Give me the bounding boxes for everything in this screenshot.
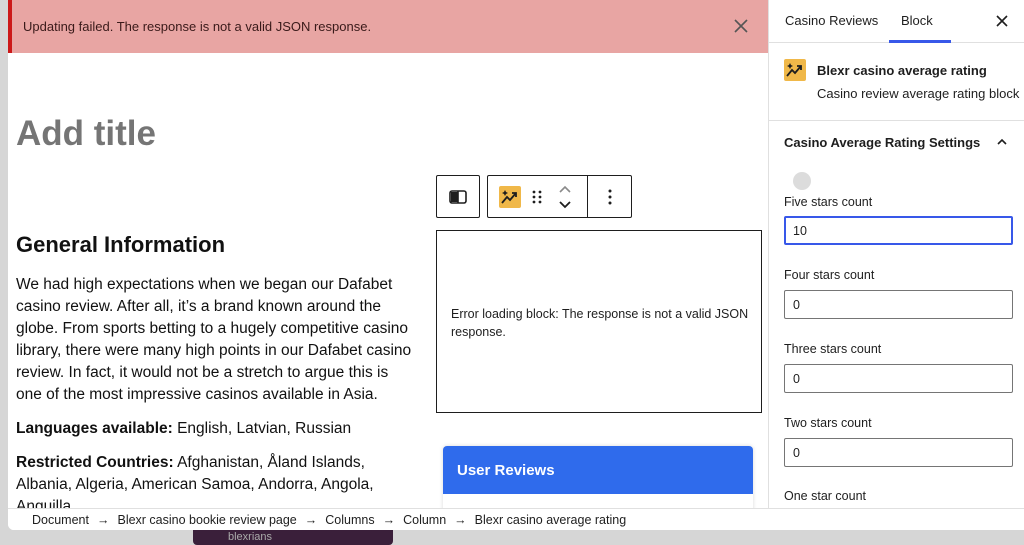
panel-title: Casino Average Rating Settings (784, 135, 981, 150)
background-app-strip (193, 530, 393, 545)
drag-handle-icon[interactable] (532, 190, 542, 204)
more-options-icon[interactable] (608, 189, 612, 205)
user-reviews-card[interactable]: User Reviews (443, 446, 753, 508)
four-stars-input[interactable] (784, 290, 1013, 319)
breadcrumb-item-review-page[interactable]: Blexr casino bookie review page (117, 513, 296, 527)
background-app-text: blexrians (228, 531, 273, 543)
intro-paragraph[interactable]: We had high expectations when we began o… (16, 274, 418, 406)
breadcrumb-item-document[interactable]: Document (32, 513, 89, 527)
breadcrumb-item-columns[interactable]: Columns (325, 513, 374, 527)
breadcrumb-item-average-rating[interactable]: Blexr casino average rating (475, 513, 626, 527)
trending-sparkle-icon (501, 190, 517, 204)
section-heading[interactable]: General Information (16, 232, 418, 258)
tab-block[interactable]: Block (889, 0, 951, 43)
breadcrumb: Document → Blexr casino bookie review pa… (8, 508, 1024, 530)
columns-icon[interactable] (449, 189, 467, 204)
two-stars-input[interactable] (784, 438, 1013, 467)
sidebar-tabs: Casino Reviews Block (769, 0, 1024, 43)
post-title-input[interactable]: Add title (16, 114, 156, 154)
block-card (769, 43, 1024, 121)
block-error-box[interactable]: Error loading block: The response is not… (436, 230, 762, 413)
notice-message: Updating failed. The response is not a v… (23, 19, 372, 34)
languages-paragraph[interactable]: Languages available: English, Latvian, R… (16, 418, 418, 440)
editor-canvas: Updating failed. The response is not a v… (8, 0, 768, 508)
error-notice: Updating failed. The response is not a v… (8, 0, 768, 53)
one-star-label: One star count (784, 489, 866, 503)
block-card-title: Blexr casino average rating (817, 63, 987, 78)
settings-sidebar: Casino Reviews Block Blexr casino averag… (768, 0, 1024, 508)
left-column: General Information We had high expectat… (16, 232, 418, 508)
restricted-paragraph[interactable]: Restricted Countries: Afghanistan, Åland… (16, 452, 418, 508)
block-toolbar (487, 175, 632, 218)
trending-sparkle-icon (786, 63, 802, 77)
four-stars-label: Four stars count (784, 268, 875, 282)
move-down-icon[interactable] (558, 200, 572, 210)
restricted-label: Restricted Countries: (16, 454, 174, 471)
toggle-indicator[interactable] (793, 172, 811, 190)
tab-casino-reviews[interactable]: Casino Reviews (785, 0, 878, 43)
five-stars-input[interactable] (784, 216, 1013, 245)
arrow-right-icon: → (454, 512, 467, 527)
three-stars-input[interactable] (784, 364, 1013, 393)
panel-header[interactable]: Casino Average Rating Settings (769, 121, 1024, 163)
block-type-button[interactable] (499, 186, 521, 208)
user-reviews-header: User Reviews (443, 446, 753, 494)
block-card-description: Casino review average rating block (817, 86, 1020, 101)
chevron-up-icon[interactable] (995, 135, 1009, 149)
block-error-message: Error loading block: The response is not… (451, 307, 749, 339)
toolbar-divider (587, 176, 588, 217)
arrow-right-icon: → (96, 512, 110, 527)
five-stars-label: Five stars count (784, 195, 873, 209)
languages-label: Languages available: (16, 420, 173, 437)
move-up-icon[interactable] (558, 184, 572, 194)
two-stars-label: Two stars count (784, 416, 872, 430)
arrow-right-icon: → (382, 512, 396, 527)
close-sidebar-icon[interactable] (994, 13, 1010, 29)
block-card-icon (784, 59, 806, 81)
editor-window: Updating failed. The response is not a v… (8, 0, 1024, 530)
arrow-right-icon: → (304, 512, 318, 527)
block-toolbar-parent (436, 175, 480, 218)
languages-value: English, Latvian, Russian (172, 420, 352, 437)
three-stars-label: Three stars count (784, 342, 882, 356)
breadcrumb-item-column[interactable]: Column (403, 513, 446, 527)
close-icon[interactable] (732, 17, 750, 35)
